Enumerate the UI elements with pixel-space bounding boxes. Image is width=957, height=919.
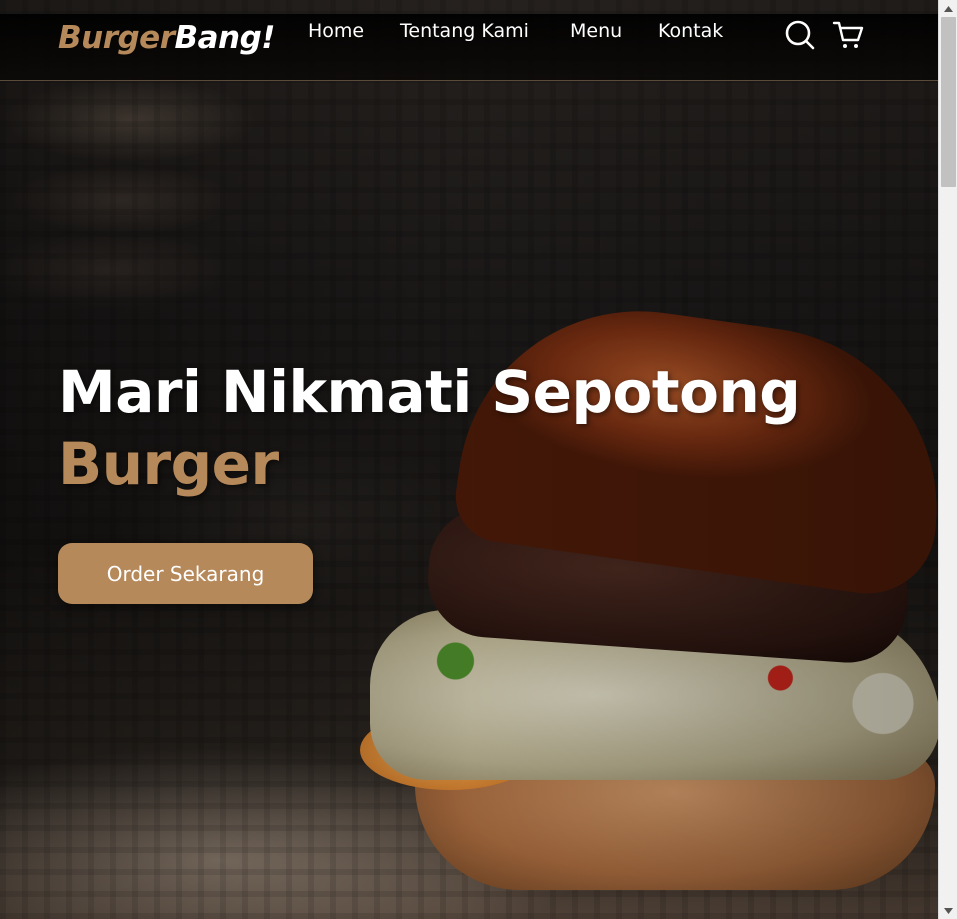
order-now-button[interactable]: Order Sekarang xyxy=(58,543,313,604)
hero-title-accent: Burger xyxy=(58,430,279,498)
navbar: BurgerBang! Home Tentang Kami Menu Konta… xyxy=(0,14,938,81)
hero-title-line1: Mari Nikmati Sepotong xyxy=(58,358,801,426)
page-scrollbar[interactable] xyxy=(938,0,957,919)
arrow-up-icon xyxy=(944,5,953,12)
brand-logo-part2: Bang! xyxy=(174,20,276,56)
hero-section: Mari Nikmati Sepotong Burger Order Sekar… xyxy=(0,0,938,919)
search-button[interactable] xyxy=(783,18,817,52)
brand-logo[interactable]: BurgerBang! xyxy=(58,20,275,56)
arrow-down-icon xyxy=(944,907,953,914)
scroll-thumb[interactable] xyxy=(941,17,956,187)
scroll-down-button[interactable] xyxy=(939,902,957,919)
hero-title: Mari Nikmati Sepotong Burger xyxy=(58,356,818,500)
brand-logo-part1: Burger xyxy=(58,20,175,56)
nav-link-kontak[interactable]: Kontak xyxy=(658,20,723,42)
nav-link-home[interactable]: Home xyxy=(308,20,364,42)
nav-link-menu[interactable]: Menu xyxy=(570,20,622,42)
scroll-up-button[interactable] xyxy=(939,0,957,17)
search-icon xyxy=(785,20,815,50)
nav-link-tentang-kami[interactable]: Tentang Kami xyxy=(400,20,529,42)
cart-icon xyxy=(832,21,864,48)
cart-button[interactable] xyxy=(831,18,865,52)
